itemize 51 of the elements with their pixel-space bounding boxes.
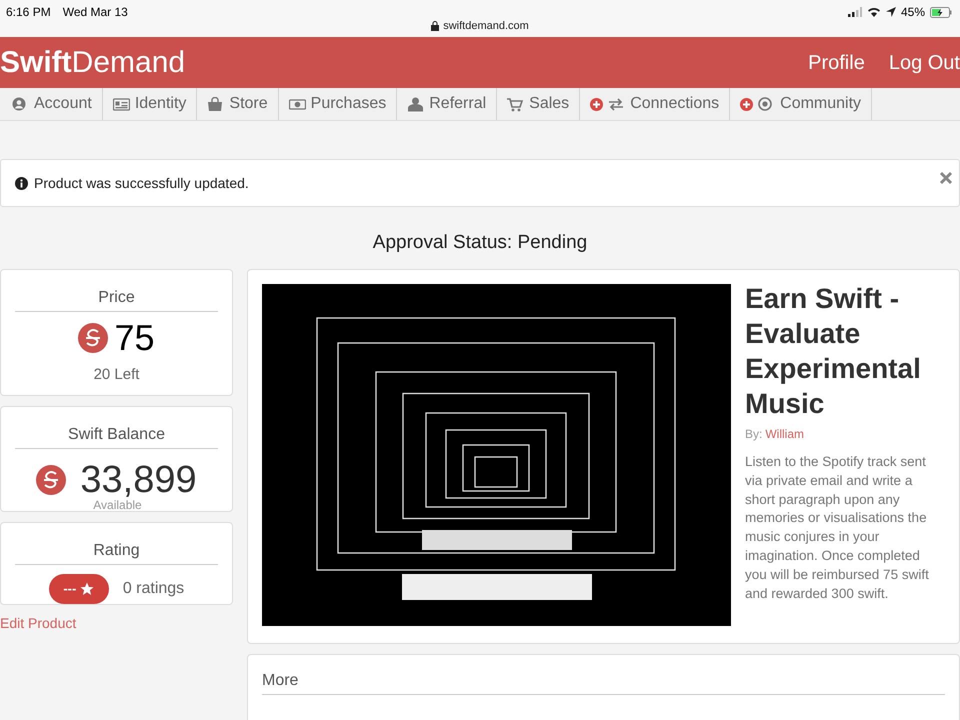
alert-message: Product was successfully updated. — [34, 174, 249, 193]
more-title: More — [262, 669, 945, 695]
location-icon — [886, 7, 896, 17]
card-title: Swift Balance — [15, 423, 218, 449]
id-card-icon — [112, 96, 130, 112]
coin-icon — [36, 465, 66, 495]
status-time: 6:16 PM — [6, 4, 51, 21]
close-icon — [939, 171, 953, 185]
info-icon — [15, 176, 28, 190]
balance-value: 33,899 — [80, 461, 197, 499]
plus-circle-icon — [740, 98, 754, 110]
cart-icon — [507, 96, 524, 112]
rating-badge: --- — [48, 574, 109, 604]
status-date: Wed Mar 13 — [62, 4, 128, 21]
signal-icon — [848, 7, 862, 17]
card-title: Price — [15, 286, 218, 312]
product-description: Listen to the Spotify track sent via private email and write a short paragraph upon any memories or visualisations the music conjures in your imagination. Once completed you will be reimbursed 75 swift and rewarded 300 swift. — [745, 453, 930, 603]
nav-tab[interactable]: Connections — [580, 88, 730, 120]
rating-count: 0 ratings — [122, 579, 184, 599]
close-button[interactable] — [939, 171, 953, 185]
nav-tab[interactable]: Community — [730, 88, 872, 120]
battery-icon — [930, 6, 952, 18]
plus-circle-icon — [590, 98, 604, 110]
card-title: Rating — [15, 539, 218, 565]
header-link[interactable]: Log Out — [888, 48, 960, 78]
edit-product-link[interactable]: Edit Product — [0, 613, 76, 634]
star-icon — [80, 582, 94, 596]
nav-tab[interactable]: Identity — [102, 88, 198, 120]
bag-icon — [207, 96, 224, 112]
battery-level: 45% — [900, 4, 925, 21]
nav-tab[interactable]: Account — [2, 88, 103, 120]
header-link[interactable]: Profile — [808, 48, 865, 78]
wifi-icon — [866, 7, 881, 17]
price-value: 75 — [114, 320, 155, 356]
approval-status: Approval Status: Pending — [372, 231, 588, 255]
by-label: By: — [745, 427, 762, 441]
arrows-icon — [608, 96, 626, 112]
nav-tab[interactable]: Purchases — [278, 88, 398, 120]
author-link[interactable]: William — [765, 427, 804, 441]
nav-tab[interactable]: Referral — [397, 88, 498, 120]
nav-tab[interactable]: Sales — [497, 88, 580, 120]
coin-icon — [78, 323, 108, 353]
site-logo[interactable]: SwiftDemand — [0, 48, 186, 78]
product-title: Earn Swift - Evaluate Experimental Music — [745, 282, 922, 421]
balance-caption: Available — [93, 499, 142, 511]
nav-tab[interactable]: Store — [197, 88, 279, 120]
lock-icon — [431, 21, 440, 32]
person-icon — [407, 96, 424, 112]
banknote-icon — [288, 96, 306, 112]
url-text: swiftdemand.com — [443, 19, 529, 34]
stock-left: 20 Left — [94, 365, 140, 385]
